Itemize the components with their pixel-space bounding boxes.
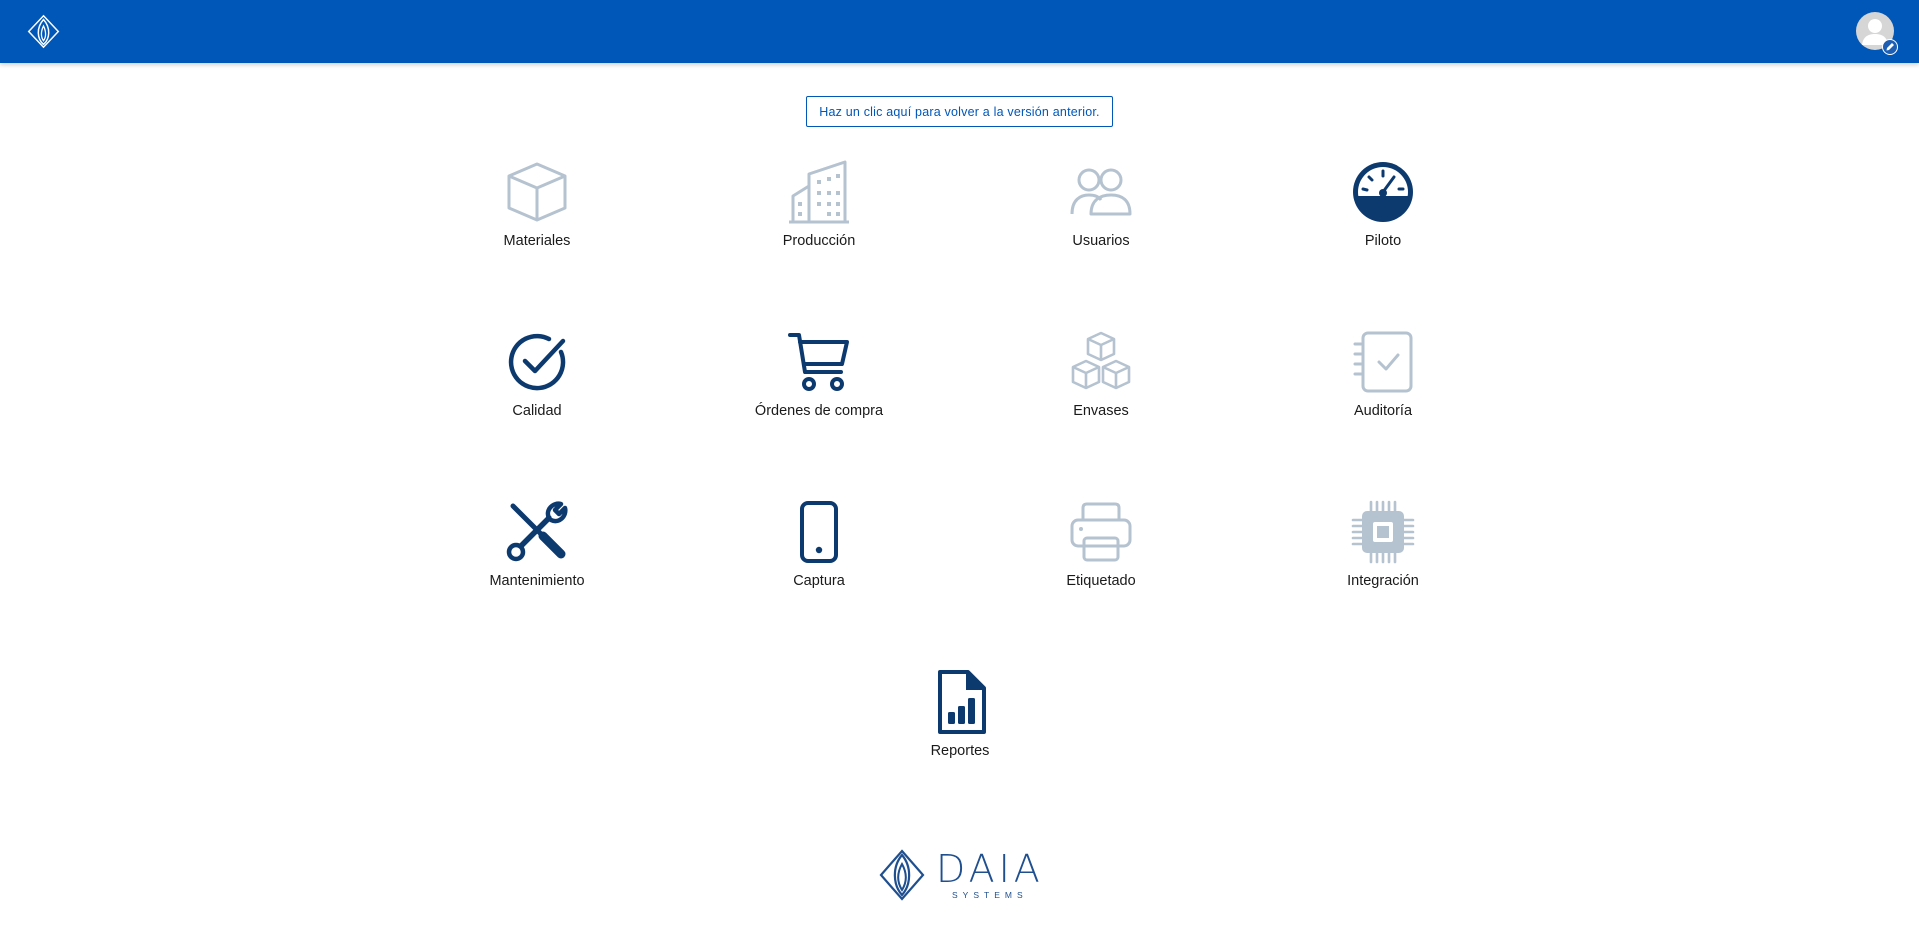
report-file-icon	[938, 670, 986, 734]
legacy-version-button[interactable]: Haz un clic aquí para volver a la versió…	[806, 96, 1113, 127]
module-label: Auditoría	[1353, 403, 1413, 419]
module-captura[interactable]: Captura	[699, 500, 939, 600]
module-integracion[interactable]: Integración	[1263, 500, 1503, 600]
module-label: Materiales	[503, 233, 571, 249]
module-envases[interactable]: Envases	[981, 330, 1221, 430]
module-label: Piloto	[1364, 233, 1402, 249]
users-icon	[1070, 168, 1132, 216]
module-piloto[interactable]: Piloto	[1263, 160, 1503, 260]
module-label: Integración	[1347, 573, 1419, 589]
checklist-icon	[1353, 331, 1413, 393]
module-label: Mantenimiento	[489, 573, 585, 589]
chip-icon	[1351, 500, 1415, 564]
tools-icon	[506, 501, 568, 562]
module-auditoria[interactable]: Auditoría	[1263, 330, 1503, 430]
module-label: Captura	[793, 573, 845, 589]
module-label: Etiquetado	[1066, 573, 1136, 589]
edit-avatar-badge[interactable]	[1882, 39, 1898, 55]
module-label: Órdenes de compra	[754, 403, 884, 419]
box-icon	[507, 162, 567, 222]
gauge-icon	[1353, 162, 1413, 222]
module-label: Envases	[1073, 403, 1129, 419]
module-label: Calidad	[512, 403, 562, 419]
check-circle-icon	[508, 333, 566, 391]
pencil-icon	[1886, 43, 1894, 51]
module-ordenes-de-compra[interactable]: Órdenes de compra	[699, 330, 939, 430]
module-materiales[interactable]: Materiales	[417, 160, 657, 260]
building-icon	[789, 160, 849, 224]
mobile-phone-icon	[800, 501, 838, 563]
module-produccion[interactable]: Producción	[699, 160, 939, 260]
module-usuarios[interactable]: Usuarios	[981, 160, 1221, 260]
module-label: Usuarios	[1072, 233, 1130, 249]
printer-icon	[1070, 502, 1132, 562]
module-mantenimiento[interactable]: Mantenimiento	[417, 500, 657, 600]
module-label: Producción	[782, 233, 856, 249]
top-bar	[0, 0, 1919, 63]
module-label: Reportes	[930, 743, 990, 759]
brand-wordmark: DAIA	[936, 847, 1044, 891]
module-calidad[interactable]: Calidad	[417, 330, 657, 430]
cubes-icon	[1071, 331, 1131, 390]
daia-flame-icon[interactable]	[25, 13, 62, 50]
brand-subtitle: SYSTEMS	[952, 890, 1028, 900]
module-etiquetado[interactable]: Etiquetado	[981, 500, 1221, 600]
daia-flame-icon	[879, 849, 925, 901]
module-reportes[interactable]: Reportes	[840, 670, 1080, 770]
footer-brand-logo: DAIA SYSTEMS	[878, 848, 1042, 904]
shopping-cart-icon	[788, 333, 849, 391]
